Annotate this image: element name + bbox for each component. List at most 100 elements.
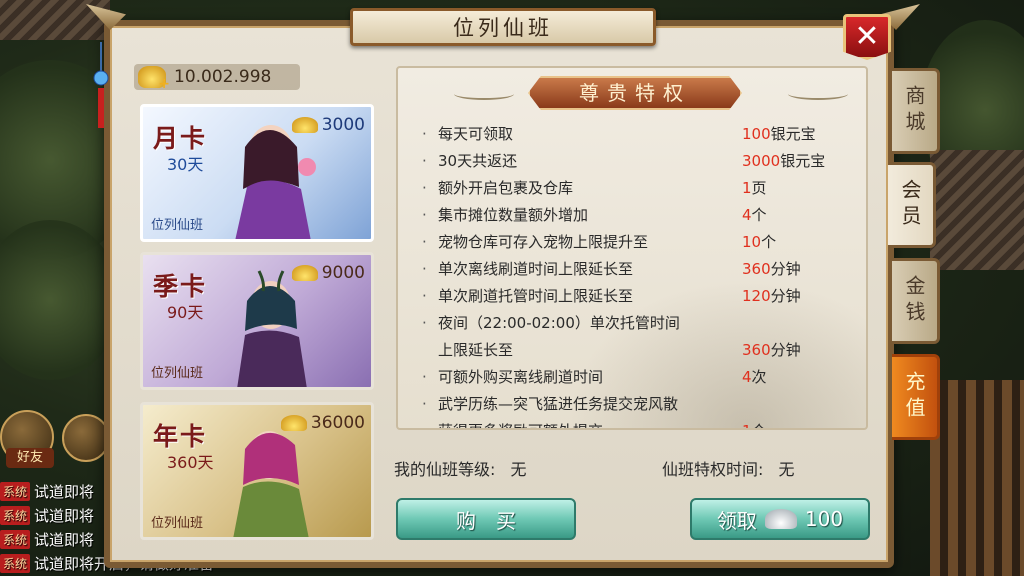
value-unit: 次 — [751, 368, 767, 386]
privilege-text: 上限延长至 — [438, 341, 514, 359]
silver-ingot-icon — [764, 509, 797, 529]
value-number: 1 — [742, 422, 752, 428]
gold-ingot-icon — [291, 117, 318, 133]
privilege-value: 4次 — [742, 366, 862, 387]
card-price: 9000 — [291, 263, 365, 283]
value-number: 4 — [742, 368, 752, 386]
privilege-row: · 可额外购买离线刷道时间 4次 — [422, 363, 862, 390]
tab-money[interactable]: 金钱 — [892, 258, 940, 344]
privilege-text: 单次离线刷道时间上限延长至 — [438, 260, 634, 278]
value-unit: 银元宝 — [770, 125, 816, 143]
tab-shop[interactable]: 商城 — [892, 68, 940, 154]
claim-label: 领取 — [716, 508, 757, 533]
card-days: 360天 — [167, 453, 214, 472]
chat-bubble-icon[interactable] — [62, 414, 110, 462]
time-value: 无 — [778, 460, 795, 479]
privilege-row: 获得更多奖励可额外提交1个 — [422, 417, 862, 428]
chat-line[interactable]: 系统 试道即将 — [0, 528, 94, 550]
privilege-panel[interactable]: 尊贵特权 · 每天可领取 100银元宝 · 30天共返还 3000银元宝 · 额外开启包裹及仓… — [396, 66, 868, 430]
card-days: 90天 — [167, 303, 204, 322]
value-unit: 个 — [761, 233, 777, 251]
privilege-row: · 每天可领取 100银元宝 — [422, 120, 862, 147]
friends-label: 好友 — [6, 448, 54, 468]
bullet: · — [422, 313, 427, 332]
chat-line[interactable]: 系统 试道即将 — [0, 480, 94, 502]
fence — [930, 380, 1024, 576]
card-name: 季卡 — [153, 272, 208, 301]
claim-amount: 100 — [804, 507, 844, 531]
value-number: 360 — [742, 260, 771, 278]
value-unit: 银元宝 — [780, 152, 826, 170]
bullet: · — [422, 394, 427, 413]
privilege-row: · 武学历练—突飞猛进任务提交宠风散 — [422, 390, 862, 417]
swirl-ornament — [788, 88, 848, 100]
level-value: 无 — [510, 460, 527, 479]
value-number: 360 — [742, 341, 771, 359]
swirl-ornament — [454, 88, 514, 100]
card-tag: 位列仙班 — [151, 366, 204, 381]
system-tag: 系统 — [0, 481, 31, 501]
value-unit: 页 — [751, 179, 767, 197]
fairy-portrait — [233, 431, 309, 537]
value-number: 1 — [742, 179, 752, 197]
my-level: 我的仙班等级: 无 — [394, 456, 527, 480]
value-unit: 个 — [751, 206, 767, 224]
value-unit: 分钟 — [770, 287, 801, 305]
card-name: 年卡 — [153, 422, 208, 451]
claim-button[interactable]: 领取 100 — [690, 498, 870, 540]
privilege-text: 集市摊位数量额外增加 — [438, 206, 589, 224]
bullet: · — [422, 178, 427, 197]
buy-button[interactable]: 购 买 — [396, 498, 576, 540]
privilege-value: 10个 — [742, 231, 862, 252]
privilege-row: · 单次刷道托管时间上限延长至 120分钟 — [422, 282, 862, 309]
bullet: · — [422, 151, 427, 170]
privilege-row: · 夜间（22:00-02:00）单次托管时间 — [422, 309, 862, 336]
value-number: 100 — [742, 125, 771, 143]
value-number: 10 — [742, 233, 762, 251]
fairy-portrait — [237, 270, 307, 387]
privilege-text: 获得更多奖励可额外提交 — [438, 420, 742, 428]
level-label: 我的仙班等级: — [394, 460, 496, 479]
value-number: 4 — [742, 206, 752, 224]
tree — [0, 220, 120, 380]
gold-ingot-icon — [291, 265, 318, 281]
rooftop — [930, 150, 1024, 270]
card-days: 30天 — [167, 155, 204, 174]
privilege-text: 武学历练—突飞猛进任务提交宠风散 — [438, 395, 679, 413]
card-month[interactable]: 月卡 30天 3000 位列仙班 — [140, 104, 374, 242]
privilege-text: 单次刷道托管时间上限延长至 — [438, 287, 634, 305]
card-season[interactable]: 季卡 90天 9000 位列仙班 — [140, 252, 374, 390]
close-icon[interactable]: ✕ — [843, 14, 891, 60]
value-number: 3000 — [742, 152, 781, 170]
privilege-time: 仙班特权时间: 无 — [662, 456, 795, 480]
privilege-text: 30天共返还 — [438, 152, 518, 170]
card-year[interactable]: 年卡 360天 36000 位列仙班 — [140, 402, 374, 540]
system-tag: 系统 — [0, 529, 31, 549]
privilege-value: 120分钟 — [742, 285, 862, 306]
balance-value: 10.002.998 — [174, 67, 272, 87]
privilege-value: 100银元宝 — [742, 123, 862, 144]
system-tag: 系统 — [0, 505, 31, 525]
bullet: · — [422, 259, 427, 278]
privilege-value: 360分钟 — [742, 258, 862, 279]
card-tag: 位列仙班 — [151, 218, 204, 233]
card-name: 月卡 — [153, 124, 208, 153]
bullet: · — [422, 367, 427, 386]
value-unit: 个 — [752, 422, 767, 428]
tab-recharge[interactable]: 充值 — [892, 354, 940, 440]
gold-ingot-icon — [280, 415, 307, 431]
privilege-text: 每天可领取 — [438, 125, 514, 143]
tab-vip[interactable]: 会员 — [888, 162, 936, 248]
privilege-row: · 30天共返还 3000银元宝 — [422, 147, 862, 174]
privilege-text: 额外开启包裹及仓库 — [438, 179, 574, 197]
chat-line[interactable]: 系统 试道即将 — [0, 504, 94, 526]
privilege-value: 360分钟 — [742, 339, 862, 360]
value-unit: 分钟 — [770, 260, 801, 278]
privilege-row: · 单次离线刷道时间上限延长至 360分钟 — [422, 255, 862, 282]
fairy-portrait — [235, 125, 316, 239]
privilege-row: · 集市摊位数量额外增加 4个 — [422, 201, 862, 228]
value-unit: 分钟 — [770, 341, 801, 359]
card-price: 3000 — [291, 115, 365, 135]
card-price: 36000 — [280, 413, 365, 433]
gold-balance[interactable]: 10.002.998 — [134, 64, 300, 92]
